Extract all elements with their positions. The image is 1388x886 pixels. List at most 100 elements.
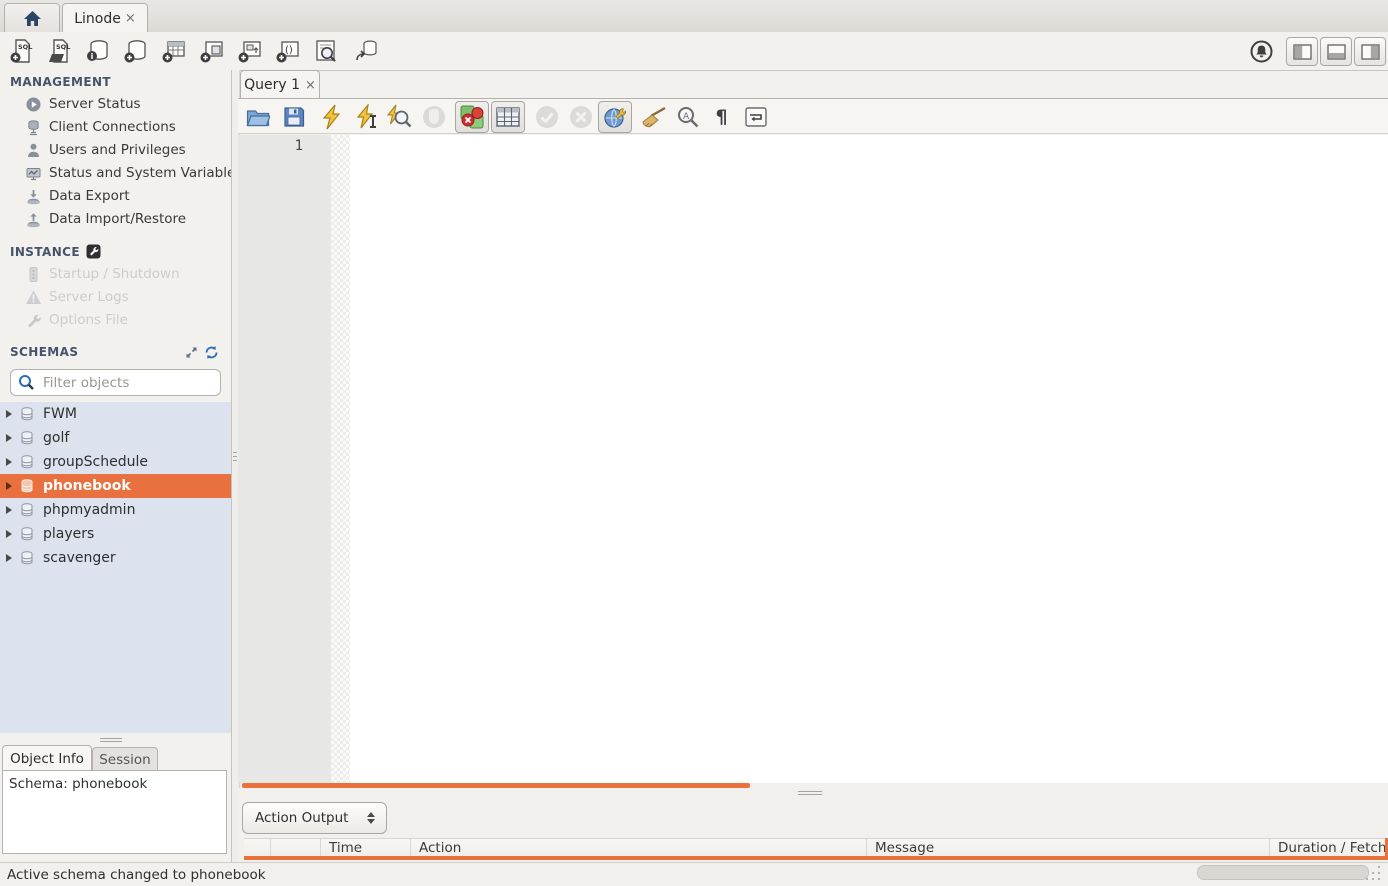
save-button[interactable] [280, 103, 307, 130]
execute-button[interactable] [318, 103, 345, 130]
output-view-selector[interactable]: Action Output [242, 802, 387, 834]
output-horizontal-scrollbar[interactable] [244, 856, 1388, 860]
close-icon[interactable]: × [125, 11, 136, 26]
schema-row-scavenger[interactable]: scavenger [0, 546, 231, 570]
sidebar-item-startup-shutdown[interactable]: Startup / Shutdown [0, 263, 231, 285]
execute-current-button[interactable] [353, 103, 380, 130]
toggle-stop-on-error-button[interactable] [455, 101, 489, 133]
create-function-button[interactable]: () [274, 37, 302, 65]
home-tab[interactable] [4, 3, 60, 33]
schema-name: FWM [43, 406, 77, 422]
users-icon [25, 142, 42, 159]
schema-row-phpmyadmin[interactable]: phpmyadmin [0, 498, 231, 522]
info-panel-splitter[interactable] [100, 738, 122, 744]
toggle-autocommit-button[interactable] [598, 101, 632, 133]
output-view-value: Action Output [255, 810, 360, 826]
schema-row-players[interactable]: players [0, 522, 231, 546]
schema-name: phpmyadmin [43, 502, 135, 518]
schema-name: golf [43, 430, 69, 446]
expander-icon[interactable] [6, 554, 12, 562]
create-view-button[interactable] [198, 37, 226, 65]
reconnect-dbms-button[interactable] [352, 37, 380, 65]
client-connections-icon [25, 119, 42, 136]
management-section-title: MANAGEMENT [10, 75, 111, 89]
sidebar-item-server-status[interactable]: Server Status [0, 93, 231, 115]
object-info-content: Schema: phonebook [2, 770, 227, 854]
expander-icon[interactable] [6, 434, 12, 442]
home-icon [23, 10, 42, 27]
query-tab-label: Query 1 [244, 77, 300, 93]
find-button[interactable]: A [674, 103, 701, 130]
schema-name: phonebook [43, 478, 131, 494]
wrench-icon [25, 312, 42, 329]
main-toolbar: SQL SQL i () [0, 32, 1388, 71]
tab-object-info[interactable]: Object Info [2, 745, 92, 771]
sidebar-item-data-export[interactable]: Data Export [0, 185, 231, 207]
sidebar-item-label: Users and Privileges [49, 142, 186, 158]
toggle-bottom-panel-button[interactable] [1320, 37, 1352, 66]
toggle-right-panel-button[interactable] [1354, 37, 1386, 66]
resize-grip[interactable] [1362, 864, 1384, 884]
database-icon [20, 527, 34, 541]
output-splitter-handle[interactable] [798, 790, 822, 798]
sidebar-item-label: Client Connections [49, 119, 176, 135]
sidebar-item-options-file[interactable]: Options File [0, 309, 231, 331]
spinner-icon[interactable] [360, 812, 382, 824]
inspector-button[interactable]: i [84, 37, 112, 65]
wrap-text-button[interactable] [742, 103, 769, 130]
sidebar-item-label: Options File [49, 312, 128, 328]
create-procedure-button[interactable] [236, 37, 264, 65]
sql-editor-surface[interactable] [350, 135, 1388, 783]
sidebar-item-users-privileges[interactable]: Users and Privileges [0, 139, 231, 161]
sql-editor-toolbar: A ¶ [238, 98, 1388, 134]
tab-session[interactable]: Session [92, 747, 158, 771]
create-schema-button[interactable] [122, 37, 150, 65]
instance-section-header: INSTANCE [10, 244, 101, 259]
expander-icon[interactable] [6, 506, 12, 514]
toggle-left-panel-button[interactable] [1286, 37, 1318, 66]
database-icon [20, 455, 34, 469]
sidebar-item-label: Data Import/Restore [49, 211, 186, 227]
status-message: Active schema changed to phonebook [7, 867, 266, 883]
expand-panel-icon[interactable] [185, 346, 198, 359]
stop-button[interactable] [420, 103, 447, 130]
tab-label: Object Info [10, 751, 84, 767]
limit-rows-button[interactable] [491, 101, 525, 133]
schema-filter[interactable] [10, 369, 221, 396]
sidebar-item-label: Server Status [49, 96, 141, 112]
close-icon[interactable]: × [305, 78, 316, 93]
schema-filter-input[interactable] [41, 374, 220, 392]
sidebar-item-system-variables[interactable]: Status and System Variables [0, 162, 231, 184]
rollback-button[interactable] [567, 103, 594, 130]
schema-row-phonebook-selected[interactable]: phonebook [0, 474, 231, 498]
expander-icon[interactable] [6, 410, 12, 418]
sidebar-item-data-import[interactable]: Data Import/Restore [0, 208, 231, 230]
explain-button[interactable] [385, 103, 412, 130]
server-icon [25, 266, 42, 283]
commit-button[interactable] [533, 103, 560, 130]
open-file-button[interactable] [244, 103, 271, 130]
editor-fold-margin [331, 135, 350, 783]
schema-row-fwm[interactable]: FWM [0, 402, 231, 426]
expander-icon[interactable] [6, 458, 12, 466]
create-table-button[interactable] [160, 37, 188, 65]
refresh-schemas-icon[interactable] [204, 345, 219, 360]
expander-icon[interactable] [6, 482, 12, 490]
svg-text:i: i [91, 52, 94, 61]
beautify-button[interactable] [640, 103, 667, 130]
search-data-button[interactable] [312, 37, 340, 65]
open-sql-script-button[interactable]: SQL [46, 37, 74, 65]
tab-query-1[interactable]: Query 1 × [240, 70, 320, 99]
schema-row-golf[interactable]: golf [0, 426, 231, 450]
schema-row-groupschedule[interactable]: groupSchedule [0, 450, 231, 474]
show-invisibles-button[interactable]: ¶ [708, 103, 735, 130]
sidebar-item-client-connections[interactable]: Client Connections [0, 116, 231, 138]
sidebar-item-label: Server Logs [49, 289, 129, 305]
connection-tab-label: Linode [74, 11, 121, 27]
connection-tab[interactable]: Linode × [62, 3, 148, 33]
sidebar-item-server-logs[interactable]: Server Logs [0, 286, 231, 308]
expander-icon[interactable] [6, 530, 12, 538]
new-sql-tab-button[interactable]: SQL [8, 37, 36, 65]
scrollbar-thumb[interactable] [1197, 865, 1369, 880]
notification-icon[interactable] [1247, 37, 1275, 65]
